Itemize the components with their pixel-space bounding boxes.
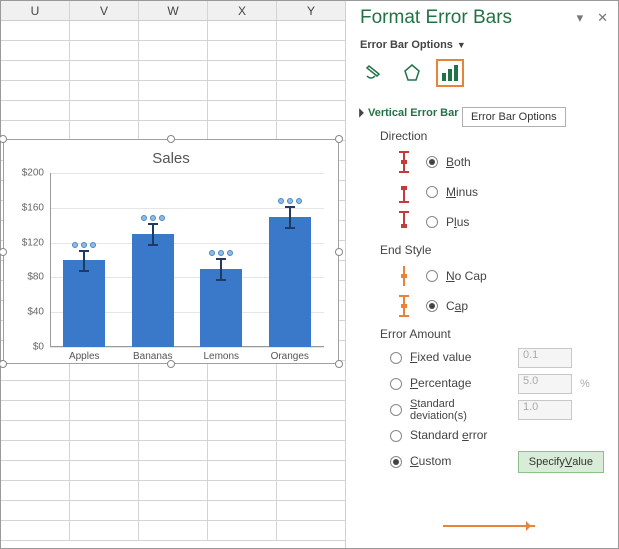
resize-handle[interactable] [0, 248, 7, 256]
cap-icon [390, 294, 418, 318]
direction-minus-option[interactable]: Minus [346, 177, 618, 207]
bar[interactable] [63, 260, 105, 347]
pane-title: Format Error Bars [360, 7, 512, 29]
vertical-error-bar-section[interactable]: Vertical Error Bar [346, 95, 618, 123]
radio-label: Cap [446, 299, 468, 313]
resize-handle[interactable] [335, 135, 343, 143]
stddev-input[interactable]: 1.0 [518, 400, 572, 420]
y-tick-label: $120 [10, 237, 44, 248]
amount-stderr-option[interactable]: Standard error [382, 423, 618, 449]
chart-plot-area[interactable]: $0$40$80$120$160$200 [50, 173, 324, 347]
y-tick-label: $0 [10, 342, 44, 353]
radio-label: Standard error [410, 429, 510, 442]
radio-icon [390, 378, 402, 390]
resize-handle[interactable] [167, 360, 175, 368]
both-icon [390, 150, 418, 174]
radio-label: Percentage [410, 377, 510, 390]
radio-icon [426, 156, 438, 168]
chart-title[interactable]: Sales [4, 140, 338, 173]
nocap-icon [390, 264, 418, 288]
bar-chart-options-icon[interactable] [436, 59, 464, 87]
format-error-bars-pane: Format Error Bars ▾ ✕ Error Bar Options▼… [345, 1, 618, 548]
col-header-v[interactable]: V [70, 1, 139, 20]
y-tick-label: $160 [10, 202, 44, 213]
amount-percentage-option[interactable]: Percentage 5.0 % [382, 371, 618, 397]
chart-object[interactable]: Sales $0$40$80$120$160$200 ApplesBananas… [3, 139, 339, 364]
fill-line-icon[interactable] [360, 59, 388, 87]
resize-handle[interactable] [335, 360, 343, 368]
radio-label: No Cap [446, 269, 487, 283]
radio-label: Both [446, 155, 471, 169]
radio-label: Fixed value [410, 351, 510, 364]
y-tick-label: $40 [10, 307, 44, 318]
resize-handle[interactable] [335, 248, 343, 256]
close-icon[interactable]: ✕ [597, 10, 608, 26]
amount-fixed-option[interactable]: Fixed value 0.1 [382, 345, 618, 371]
plus-icon [390, 210, 418, 234]
radio-icon [426, 216, 438, 228]
error-bar-options-dropdown[interactable]: Error Bar Options▼ [346, 29, 618, 55]
radio-icon [426, 270, 438, 282]
effects-icon[interactable] [398, 59, 426, 87]
radio-icon [390, 430, 402, 442]
specify-value-button[interactable]: Specify Value [518, 451, 604, 473]
radio-icon [426, 300, 438, 312]
minus-icon [390, 180, 418, 204]
percentage-input[interactable]: 5.0 [518, 374, 572, 394]
x-tick-label: Oranges [269, 351, 311, 362]
x-tick-label: Lemons [200, 351, 242, 362]
x-axis-labels: ApplesBananasLemonsOranges [50, 351, 324, 362]
radio-icon [390, 352, 402, 364]
radio-icon [426, 186, 438, 198]
amount-custom-option[interactable]: Custom Specify Value [382, 449, 618, 475]
radio-label: Minus [446, 185, 478, 199]
endstyle-cap-option[interactable]: Cap [346, 291, 618, 321]
direction-both-option[interactable]: Both [346, 147, 618, 177]
y-tick-label: $80 [10, 272, 44, 283]
radio-label: Custom [410, 455, 510, 468]
endstyle-label: End Style [346, 237, 618, 261]
radio-icon [390, 456, 402, 468]
x-tick-label: Apples [63, 351, 105, 362]
col-header-u[interactable]: U [1, 1, 70, 20]
radio-icon [390, 404, 402, 416]
endstyle-nocap-option[interactable]: No Cap [346, 261, 618, 291]
resize-handle[interactable] [167, 135, 175, 143]
col-header-y[interactable]: Y [277, 1, 346, 20]
amount-stddev-option[interactable]: Standarddeviation(s) 1.0 [382, 397, 618, 423]
radio-label: Standarddeviation(s) [410, 398, 510, 422]
y-tick-label: $200 [10, 168, 44, 179]
bar[interactable] [200, 269, 242, 347]
error-amount-label: Error Amount [346, 321, 618, 345]
column-headers: U V W X Y [1, 1, 346, 21]
col-header-x[interactable]: X [208, 1, 277, 20]
percent-sign: % [580, 378, 590, 390]
col-header-w[interactable]: W [139, 1, 208, 20]
direction-plus-option[interactable]: Plus [346, 207, 618, 237]
bar[interactable] [269, 217, 311, 348]
fixed-value-input[interactable]: 0.1 [518, 348, 572, 368]
pane-dropdown-icon[interactable]: ▾ [577, 10, 584, 26]
annotation-arrow [443, 525, 535, 527]
radio-label: Plus [446, 215, 469, 229]
bar[interactable] [132, 234, 174, 347]
